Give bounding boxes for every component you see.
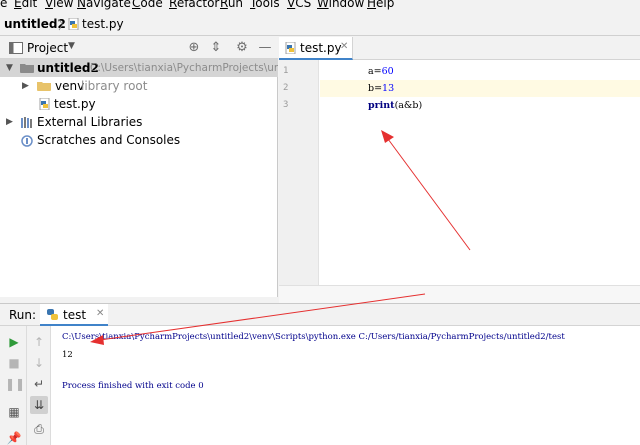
menu-file[interactable]: e [0, 0, 7, 11]
line-number-gutter: 1 2 3 [279, 60, 319, 303]
line-number: 2 [283, 83, 289, 93]
print-icon[interactable]: ⎙ [30, 420, 48, 438]
layout-icon[interactable]: ▦ [5, 403, 23, 421]
tree-venv-label: venv [55, 79, 85, 93]
console-command-line: C:\Users\tianxia\PycharmProjects\untitle… [62, 332, 565, 342]
hide-icon[interactable]: — [257, 40, 273, 56]
python-file-icon [68, 18, 79, 30]
tree-external-label: External Libraries [37, 115, 143, 129]
collapse-all-icon[interactable]: ⇕ [208, 40, 224, 56]
pause-icon[interactable]: ❚❚ [5, 375, 25, 393]
run-toolbar-primary: ▶ ■ ❚❚ ▦ 📌 [0, 326, 27, 445]
python-file-icon [39, 98, 50, 110]
breadcrumb-file[interactable]: test.py [82, 16, 124, 32]
project-panel-title[interactable]: Project [27, 40, 68, 56]
tree-file-label: test.py [54, 97, 96, 111]
code-text: b= [368, 83, 383, 94]
console-exit-message: Process finished with exit code 0 [62, 381, 204, 391]
close-icon[interactable]: ✕ [96, 308, 104, 319]
tree-item-file[interactable]: test.py [0, 95, 278, 113]
run-tool-window: Run: test ✕ ▶ ■ ❚❚ ▦ 📌 ↑ ↓ ↵ ⇊ ⎙ C:\User… [0, 303, 640, 445]
editor-tab-bar: test.py ✕ [279, 37, 640, 60]
editor-footer [279, 285, 640, 303]
menu-vcs[interactable]: VCS [287, 0, 311, 11]
project-panel-header: Project ▼ ⊕ ⇕ ⚙ — [0, 37, 278, 59]
scroll-to-end-icon[interactable]: ⇊ [30, 396, 48, 414]
arrow-down-icon[interactable]: ↓ [30, 354, 48, 372]
locate-icon[interactable]: ⊕ [186, 40, 202, 56]
menu-tools[interactable]: Tools [250, 0, 280, 11]
soft-wrap-icon[interactable]: ↵ [30, 375, 48, 393]
tree-item-root[interactable]: ▼ untitled2 C:\Users\tianxia\PycharmProj… [0, 59, 278, 77]
tree-scratches-label: Scratches and Consoles [37, 133, 181, 147]
run-label: Run: [9, 308, 37, 322]
code-text: a= [368, 66, 382, 77]
project-tool-window: Project ▼ ⊕ ⇕ ⚙ — ▼ untitled2 C:\Users\t… [0, 37, 278, 297]
code-text: (a&b) [394, 100, 423, 111]
editor-pane: test.py ✕ 1 2 3 a=60 b=13 print(a&b) [279, 37, 640, 303]
line-number: 1 [283, 66, 289, 76]
code-number: 13 [382, 83, 395, 94]
library-icon [21, 117, 32, 128]
editor-tab-test-py[interactable]: test.py ✕ [279, 37, 353, 60]
chevron-down-icon[interactable]: ▼ [68, 41, 75, 51]
chevron-right-icon[interactable]: ▶ [6, 113, 16, 131]
folder-icon [37, 82, 51, 91]
menu-view[interactable]: View [45, 0, 73, 11]
folder-icon [20, 64, 34, 73]
chevron-right-icon[interactable]: ▶ [22, 77, 32, 95]
menu-code[interactable]: Code [132, 0, 163, 11]
console-output[interactable]: C:\Users\tianxia\PycharmProjects\untitle… [52, 326, 640, 445]
run-toolbar-secondary: ↑ ↓ ↵ ⇊ ⎙ [27, 326, 51, 445]
menu-edit[interactable]: Edit [14, 0, 37, 11]
scratches-icon [21, 135, 33, 147]
menu-help[interactable]: Help [367, 0, 394, 11]
code-line[interactable]: a=60 [320, 63, 640, 80]
tree-item-external-libraries[interactable]: ▶ External Libraries [0, 113, 278, 131]
tree-root-path: C:\Users\tianxia\PycharmProjects\untit [90, 62, 278, 74]
python-file-icon [285, 42, 296, 54]
project-view-icon [9, 42, 23, 54]
run-panel-header: Run: test ✕ [0, 304, 640, 326]
breadcrumb-project[interactable]: untitled2 [4, 16, 66, 32]
gear-icon[interactable]: ⚙ [234, 40, 250, 56]
code-number: 60 [381, 66, 394, 77]
navigation-bar: untitled2 〉 test.py [0, 12, 640, 36]
tree-item-venv[interactable]: ▶ venv library root [0, 77, 278, 95]
menu-bar: e Edit View Navigate Code Refactor Run T… [0, 0, 640, 12]
code-line-current[interactable]: b=13 [320, 80, 640, 97]
menu-run[interactable]: Run [220, 0, 243, 11]
run-tab-label: test [63, 308, 87, 322]
rerun-icon[interactable]: ▶ [5, 333, 23, 351]
console-program-output: 12 [62, 350, 73, 360]
pin-icon[interactable]: 📌 [5, 429, 23, 445]
tree-venv-note: library root [81, 79, 148, 93]
code-line[interactable]: print(a&b) [320, 97, 640, 114]
arrow-up-icon[interactable]: ↑ [30, 333, 48, 351]
stop-icon[interactable]: ■ [5, 354, 23, 372]
menu-refactor[interactable]: Refactor [169, 0, 219, 11]
chevron-down-icon[interactable]: ▼ [6, 59, 16, 77]
tree-item-scratches[interactable]: Scratches and Consoles [0, 131, 278, 149]
python-logo-icon [47, 309, 58, 320]
editor-tab-label: test.py [300, 41, 342, 55]
menu-window[interactable]: Window [317, 0, 364, 11]
close-icon[interactable]: ✕ [340, 41, 348, 52]
code-keyword: print [368, 100, 395, 111]
menu-navigate[interactable]: Navigate [77, 0, 131, 11]
line-number: 3 [283, 100, 289, 110]
run-tab-test[interactable]: test ✕ [40, 304, 108, 326]
